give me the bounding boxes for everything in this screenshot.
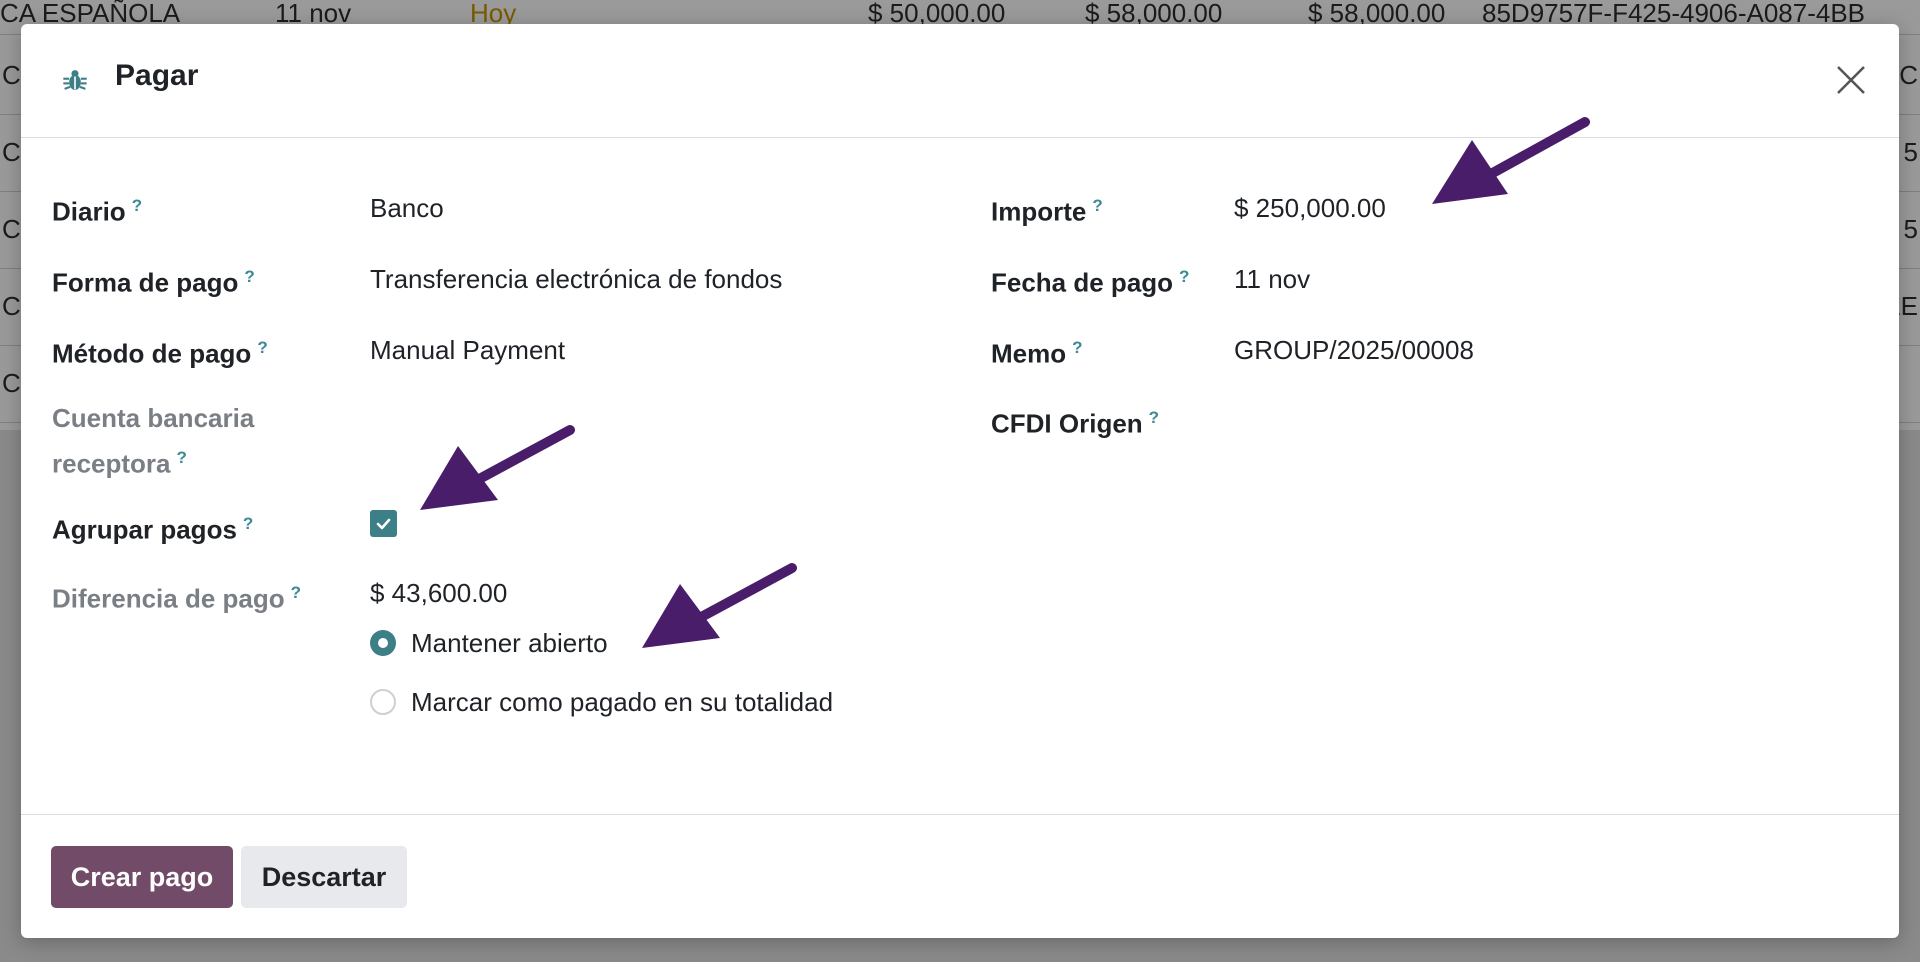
label-text: Diario bbox=[52, 196, 126, 227]
bug-icon bbox=[63, 70, 87, 90]
cfdi-origen-field[interactable] bbox=[1234, 398, 1834, 438]
crear-pago-button[interactable]: Crear pago bbox=[51, 846, 233, 908]
label-diario: Diario? bbox=[52, 186, 142, 232]
table-cell: C bbox=[2, 137, 21, 167]
memo-field[interactable]: GROUP/2025/00008 bbox=[1234, 330, 1474, 370]
help-tooltip-icon[interactable]: ? bbox=[291, 583, 301, 602]
table-cell: 5 bbox=[1903, 137, 1918, 167]
label-forma-de-pago: Forma de pago? bbox=[52, 257, 255, 303]
help-tooltip-icon[interactable]: ? bbox=[1179, 267, 1189, 286]
label-diferencia-de-pago: Diferencia de pago? bbox=[52, 573, 301, 619]
radio-marcar-pagado[interactable] bbox=[370, 689, 396, 715]
table-cell: C bbox=[2, 214, 21, 244]
label-text: Método de pago bbox=[52, 338, 252, 369]
agrupar-pagos-checkbox[interactable] bbox=[370, 510, 397, 537]
label-text: Memo bbox=[991, 338, 1067, 369]
radio-label-mantener-abierto[interactable]: Mantener abierto bbox=[411, 623, 608, 663]
label-text: Agrupar pagos bbox=[52, 514, 237, 545]
label-text: Importe bbox=[991, 196, 1087, 227]
help-tooltip-icon[interactable]: ? bbox=[244, 267, 254, 286]
dialog-header: Pagar bbox=[21, 24, 1899, 138]
label-importe: Importe? bbox=[991, 186, 1103, 232]
help-tooltip-icon[interactable]: ? bbox=[132, 196, 142, 215]
annotation-arrow-icon bbox=[420, 425, 575, 510]
label-cuenta-bancaria-receptora: Cuenta bancaria receptora? bbox=[52, 398, 254, 484]
label-fecha-de-pago: Fecha de pago? bbox=[991, 257, 1189, 303]
dialog-footer: Crear pago Descartar bbox=[21, 814, 1899, 939]
label-text: Diferencia de pago bbox=[52, 583, 285, 614]
label-cfdi-origen: CFDI Origen? bbox=[991, 398, 1159, 444]
help-tooltip-icon[interactable]: ? bbox=[1072, 338, 1082, 357]
forma-de-pago-field[interactable]: Transferencia electrónica de fondos bbox=[370, 259, 782, 299]
annotation-arrow-icon bbox=[1432, 117, 1590, 204]
radio-mantener-abierto[interactable] bbox=[370, 630, 396, 656]
fecha-de-pago-field[interactable]: 11 nov bbox=[1234, 259, 1310, 299]
diferencia-de-pago-value: $ 43,600.00 bbox=[370, 578, 508, 608]
payment-dialog: Pagar Diario? Banco Forma de pago? Trans… bbox=[21, 24, 1899, 938]
importe-field[interactable]: $ 250,000.00 bbox=[1234, 188, 1386, 228]
help-tooltip-icon[interactable]: ? bbox=[1149, 408, 1159, 427]
help-tooltip-icon[interactable]: ? bbox=[1092, 196, 1102, 215]
help-tooltip-icon[interactable]: ? bbox=[243, 514, 253, 533]
metodo-de-pago-field[interactable]: Manual Payment bbox=[370, 330, 565, 370]
dialog-title: Pagar bbox=[115, 59, 199, 92]
close-icon[interactable] bbox=[1833, 62, 1869, 98]
table-cell: C bbox=[2, 291, 21, 321]
label-text: Cuenta bancaria bbox=[52, 403, 255, 433]
label-metodo-de-pago: Método de pago? bbox=[52, 328, 268, 374]
table-cell: C bbox=[2, 60, 21, 90]
descartar-button[interactable]: Descartar bbox=[241, 846, 407, 908]
table-cell: C bbox=[2, 368, 21, 398]
table-cell: 5 bbox=[1903, 214, 1918, 244]
label-text: Forma de pago bbox=[52, 267, 239, 298]
radio-label-marcar-pagado[interactable]: Marcar como pagado en su totalidad bbox=[411, 682, 833, 722]
label-memo: Memo? bbox=[991, 328, 1083, 374]
help-tooltip-icon[interactable]: ? bbox=[177, 448, 187, 467]
label-agrupar-pagos: Agrupar pagos? bbox=[52, 504, 253, 550]
label-text: receptora bbox=[52, 448, 171, 479]
check-icon bbox=[376, 518, 391, 530]
label-text: Fecha de pago bbox=[991, 267, 1174, 298]
label-text: CFDI Origen bbox=[991, 408, 1143, 439]
help-tooltip-icon[interactable]: ? bbox=[257, 338, 267, 357]
annotation-arrow-icon bbox=[642, 563, 797, 648]
diario-field[interactable]: Banco bbox=[370, 188, 444, 228]
